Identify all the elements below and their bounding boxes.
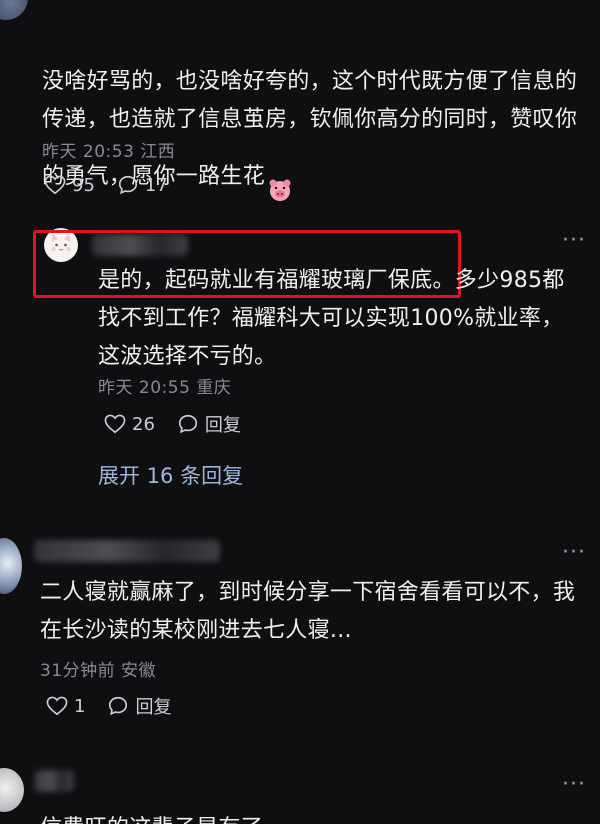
comment-4: ··· 信费旺的这辈子是有了 <box>0 760 600 824</box>
reply-count: 17 <box>144 174 168 196</box>
comment-icon <box>118 175 137 195</box>
reply-label: 回复 <box>204 415 241 436</box>
comment-text: 二人寝就赢麻了，到时候分享一下宿舍看看可以不，我 在长沙读的某校刚进去七人寝..… <box>40 580 576 643</box>
heart-icon <box>104 414 126 434</box>
like-count: 26 <box>132 413 155 435</box>
pig-emoji-icon <box>267 139 293 215</box>
username-blurred[interactable] <box>34 770 74 792</box>
location: 安徽 <box>121 661 157 681</box>
timestamp: 31分钟前 <box>40 661 116 681</box>
location: 江西 <box>140 142 176 162</box>
more-icon[interactable]: ··· <box>562 228 586 253</box>
like-button[interactable]: 26 <box>104 414 155 435</box>
like-button[interactable]: 95 <box>44 175 95 196</box>
timestamp: 昨天 20:53 <box>42 142 135 162</box>
comment-meta: 31分钟前 安徽 <box>40 656 156 681</box>
avatar[interactable] <box>0 538 22 594</box>
location: 重庆 <box>196 378 232 398</box>
avatar[interactable] <box>0 0 28 20</box>
comment-icon <box>109 696 128 716</box>
reply-count-button[interactable]: 17 <box>117 174 168 196</box>
expand-replies-link[interactable]: 展开 16 条回复 <box>98 460 243 490</box>
comment-feed: 没啥好骂的，也没啥好夸的，这个时代既方便了信息的 传递，也造就了信息茧房，钦佩你… <box>0 0 600 824</box>
timestamp: 昨天 20:55 <box>98 378 191 398</box>
more-icon[interactable]: ··· <box>562 772 586 797</box>
comment-actions: 26 回复 <box>104 411 263 437</box>
comment-actions: 1 回复 <box>46 693 193 719</box>
comment-meta: 昨天 20:55 重庆 <box>98 373 231 398</box>
avatar[interactable] <box>0 768 24 812</box>
comment-meta: 昨天 20:53 江西 <box>42 137 175 162</box>
comment-text: 信费旺的这辈子是有了 <box>40 810 596 824</box>
username-blurred[interactable] <box>34 540 220 562</box>
comment-3: ··· 二人寝就赢麻了，到时候分享一下宿舍看看可以不，我 在长沙读的某校刚进去七… <box>0 530 600 760</box>
comment-2: ··· 是的，起码就业有福耀玻璃厂保底。多少985都 找不到工作？福耀科大可以实… <box>0 210 600 510</box>
reply-label: 回复 <box>135 697 172 718</box>
reply-button[interactable]: 回复 <box>177 411 241 437</box>
comment-text: 是的，起码就业有福耀玻璃厂保底。多少985都 找不到工作？福耀科大可以实现100… <box>98 268 565 369</box>
comment-actions: 95 17 <box>44 174 190 196</box>
more-icon[interactable]: ··· <box>562 540 586 565</box>
reply-button[interactable]: 回复 <box>107 693 171 719</box>
like-count: 1 <box>74 695 86 717</box>
like-button[interactable]: 1 <box>46 696 85 717</box>
comment-icon <box>178 414 197 434</box>
heart-icon <box>44 175 66 195</box>
heart-icon <box>46 696 68 716</box>
comment-1: 没啥好骂的，也没啥好夸的，这个时代既方便了信息的 传递，也造就了信息茧房，钦佩你… <box>0 0 600 210</box>
like-count: 95 <box>72 174 95 196</box>
